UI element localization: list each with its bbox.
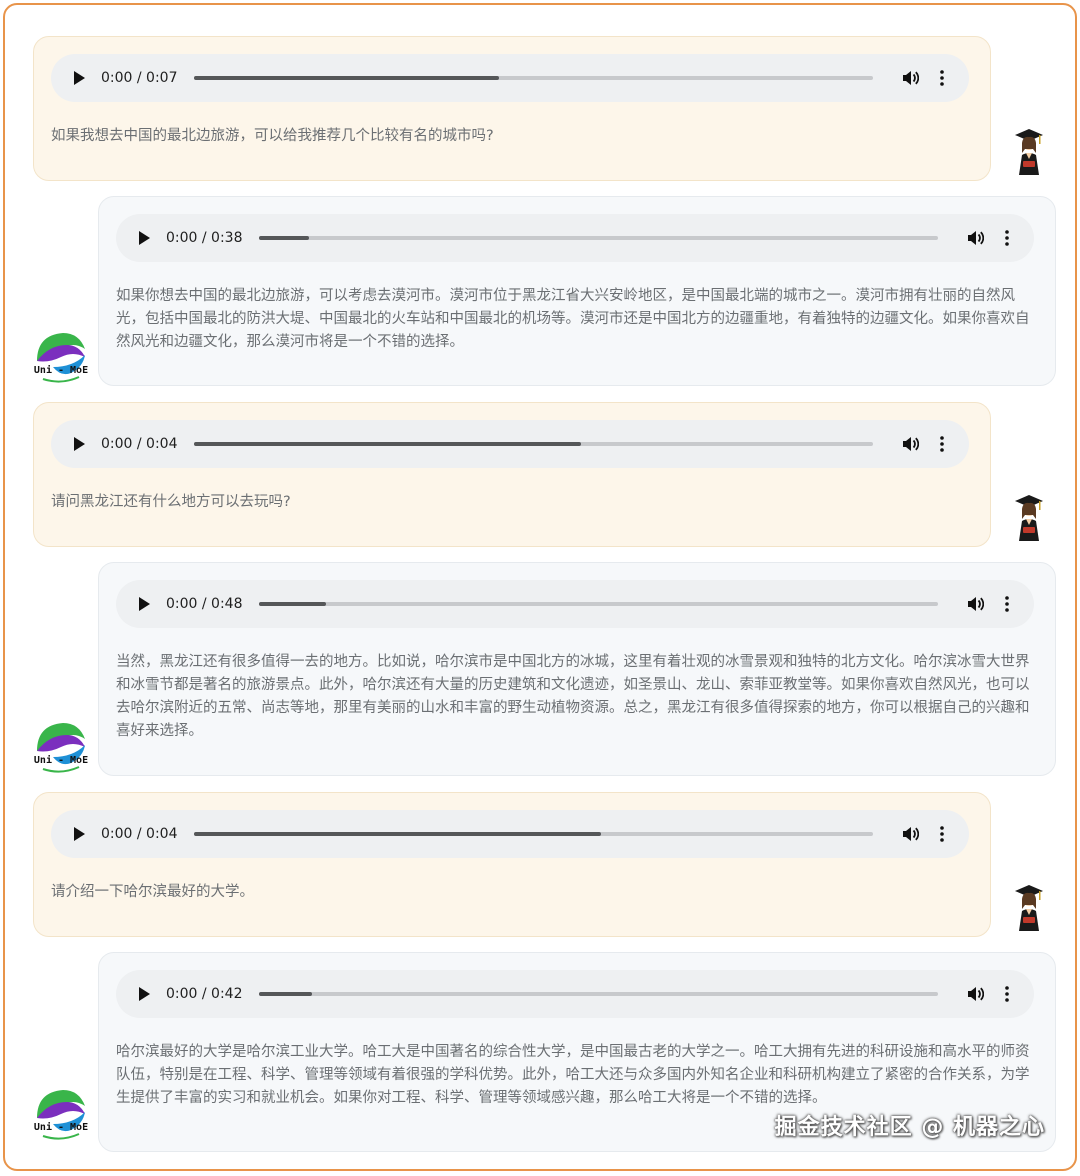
bot-avatar-logo: Uni - MoE [33,717,89,773]
audio-time: 0:00 / 0:04 [101,826,178,842]
audio-time: 0:00 / 0:04 [101,436,178,452]
audio-progress-bar[interactable] [258,602,938,606]
message-text: 请问黑龙江还有什么地方可以去玩吗? [51,494,291,510]
volume-icon[interactable] [895,69,925,87]
audio-player[interactable]: 0:00 / 0:48 [116,580,1034,628]
play-icon[interactable] [122,580,166,628]
bot-message: 0:00 / 0:48 当然，黑龙江还有很多值得一去的地方。比如说，哈尔滨市是中… [98,562,1056,776]
bot-message: 0:00 / 0:38 如果你想去中国的最北边旅游，可以考虑去漠河市。漠河市位于… [98,196,1056,386]
message-text: 哈尔滨最好的大学是哈尔滨工业大学。哈工大是中国著名的综合性大学，是中国最古老的大… [116,1044,1030,1106]
audio-player[interactable]: 0:00 / 0:07 [51,54,969,102]
audio-time: 0:00 / 0:48 [166,596,243,612]
play-icon[interactable] [122,214,166,262]
more-options-icon[interactable] [990,986,1024,1002]
user-avatar-icon [1013,127,1045,177]
user-message: 0:00 / 0:04 请介绍一下哈尔滨最好的大学。 [33,792,991,937]
message-text: 请介绍一下哈尔滨最好的大学。 [51,884,254,900]
bot-avatar-logo: Uni - MoE [33,327,89,383]
play-icon[interactable] [57,54,101,102]
play-icon[interactable] [122,970,166,1018]
audio-player[interactable]: 0:00 / 0:04 [51,810,969,858]
watermark: 掘金技术社区 @ 机器之心 [774,1115,1045,1140]
audio-player[interactable]: 0:00 / 0:04 [51,420,969,468]
audio-player[interactable]: 0:00 / 0:42 [116,970,1034,1018]
volume-icon[interactable] [960,229,990,247]
audio-progress-bar[interactable] [193,832,873,836]
more-options-icon[interactable] [925,70,959,86]
audio-time: 0:00 / 0:42 [166,986,243,1002]
message-text: 当然，黑龙江还有很多值得一去的地方。比如说，哈尔滨市是中国北方的冰城，这里有着壮… [116,654,1030,739]
more-options-icon[interactable] [990,230,1024,246]
volume-icon[interactable] [960,595,990,613]
play-icon[interactable] [57,420,101,468]
audio-player[interactable]: 0:00 / 0:38 [116,214,1034,262]
more-options-icon[interactable] [925,826,959,842]
user-message: 0:00 / 0:07 如果我想去中国的最北边旅游，可以给我推荐几个比较有名的城… [33,36,991,181]
more-options-icon[interactable] [925,436,959,452]
audio-time: 0:00 / 0:38 [166,230,243,246]
volume-icon[interactable] [895,825,925,843]
user-avatar-icon [1013,883,1045,933]
bot-logo-text: Uni - MoE [34,1121,88,1133]
bot-logo-text: Uni - MoE [34,364,88,376]
bot-logo-text: Uni - MoE [34,754,88,766]
user-message: 0:00 / 0:04 请问黑龙江还有什么地方可以去玩吗? [33,402,991,547]
message-text: 如果你想去中国的最北边旅游，可以考虑去漠河市。漠河市位于黑龙江省大兴安岭地区，是… [116,288,1030,350]
audio-time: 0:00 / 0:07 [101,70,178,86]
bot-avatar-logo: Uni - MoE [33,1084,89,1140]
audio-progress-bar[interactable] [193,442,873,446]
audio-progress-bar[interactable] [193,76,873,80]
volume-icon[interactable] [895,435,925,453]
volume-icon[interactable] [960,985,990,1003]
play-icon[interactable] [57,810,101,858]
chat-frame: 0:00 / 0:07 如果我想去中国的最北边旅游，可以给我推荐几个比较有名的城… [3,3,1077,1171]
user-avatar-icon [1013,493,1045,543]
more-options-icon[interactable] [990,596,1024,612]
audio-progress-bar[interactable] [258,236,938,240]
message-text: 如果我想去中国的最北边旅游，可以给我推荐几个比较有名的城市吗? [51,128,494,144]
audio-progress-bar[interactable] [258,992,938,996]
